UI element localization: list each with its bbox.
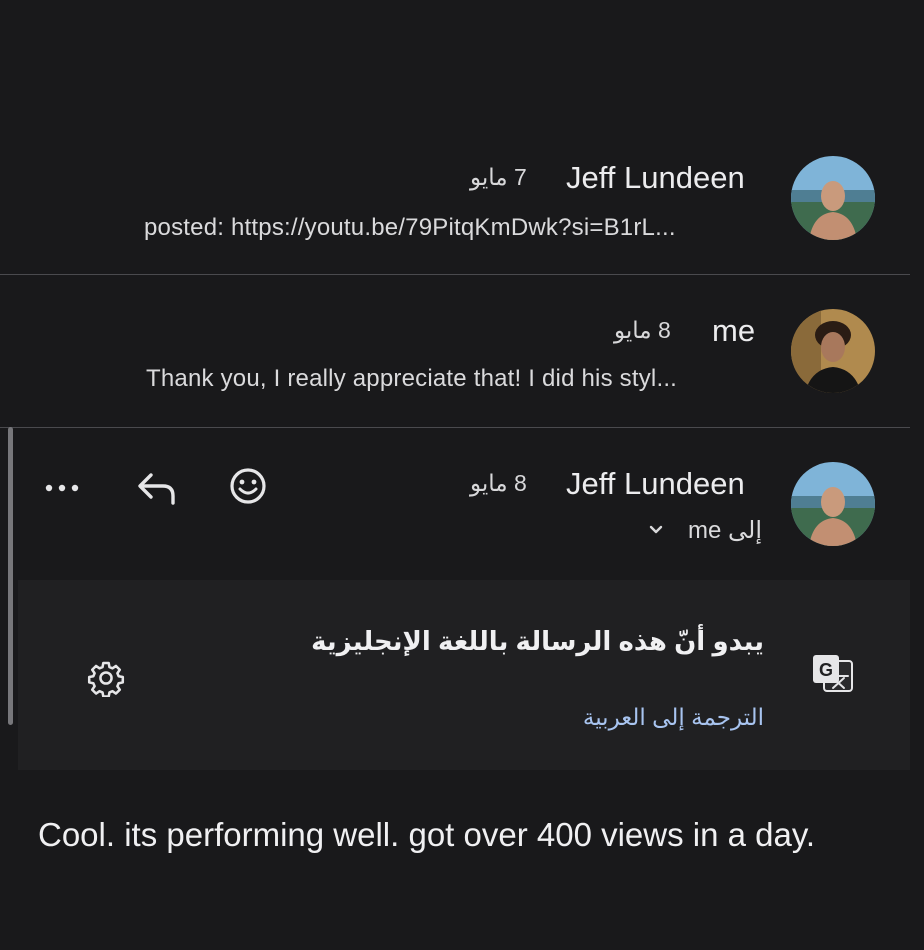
avatar[interactable] xyxy=(791,309,875,393)
translation-banner: يبدو أنّ هذه الرسالة باللغة الإنجليزية ا… xyxy=(18,580,910,770)
recipient-label: إلى me xyxy=(688,517,762,544)
message-list-item[interactable]: 7 مايو Jeff Lundeen posted: https://yout… xyxy=(0,140,910,274)
emoji-react-button[interactable] xyxy=(226,464,270,508)
message-date: 8 مايو xyxy=(614,317,671,343)
reply-icon xyxy=(138,473,175,505)
message-sender: me xyxy=(712,313,756,348)
recipient-toggle[interactable]: إلى me xyxy=(648,514,774,548)
reply-button[interactable] xyxy=(132,466,180,510)
chevron-down-icon xyxy=(649,525,663,534)
google-translate-icon: G xyxy=(810,652,856,698)
translate-link[interactable]: الترجمة إلى العربية xyxy=(583,704,764,731)
message-sender: Jeff Lundeen xyxy=(566,466,745,501)
message-list-item[interactable]: 8 مايو me Thank you, I really appreciate… xyxy=(0,275,910,426)
translation-settings-button[interactable] xyxy=(84,656,128,700)
gear-icon xyxy=(87,661,125,697)
avatar[interactable] xyxy=(791,156,875,240)
message-body: Cool. its performing well. got over 400 … xyxy=(38,816,816,853)
more-options-button[interactable] xyxy=(40,470,84,506)
message-snippet: posted: https://youtu.be/79PitqKmDwk?si=… xyxy=(144,214,676,241)
avatar[interactable] xyxy=(791,462,875,546)
message-date: 7 مايو xyxy=(470,164,527,190)
more-horizontal-icon xyxy=(45,484,79,492)
svg-text:G: G xyxy=(819,660,833,680)
message-snippet: Thank you, I really appreciate that! I d… xyxy=(146,365,678,392)
smiley-icon xyxy=(230,468,266,504)
translation-title: يبدو أنّ هذه الرسالة باللغة الإنجليزية xyxy=(311,626,764,656)
message-sender: Jeff Lundeen xyxy=(566,160,745,195)
message-date: 8 مايو xyxy=(470,470,527,496)
open-message-header: 8 مايو Jeff Lundeen إلى me xyxy=(0,428,910,580)
